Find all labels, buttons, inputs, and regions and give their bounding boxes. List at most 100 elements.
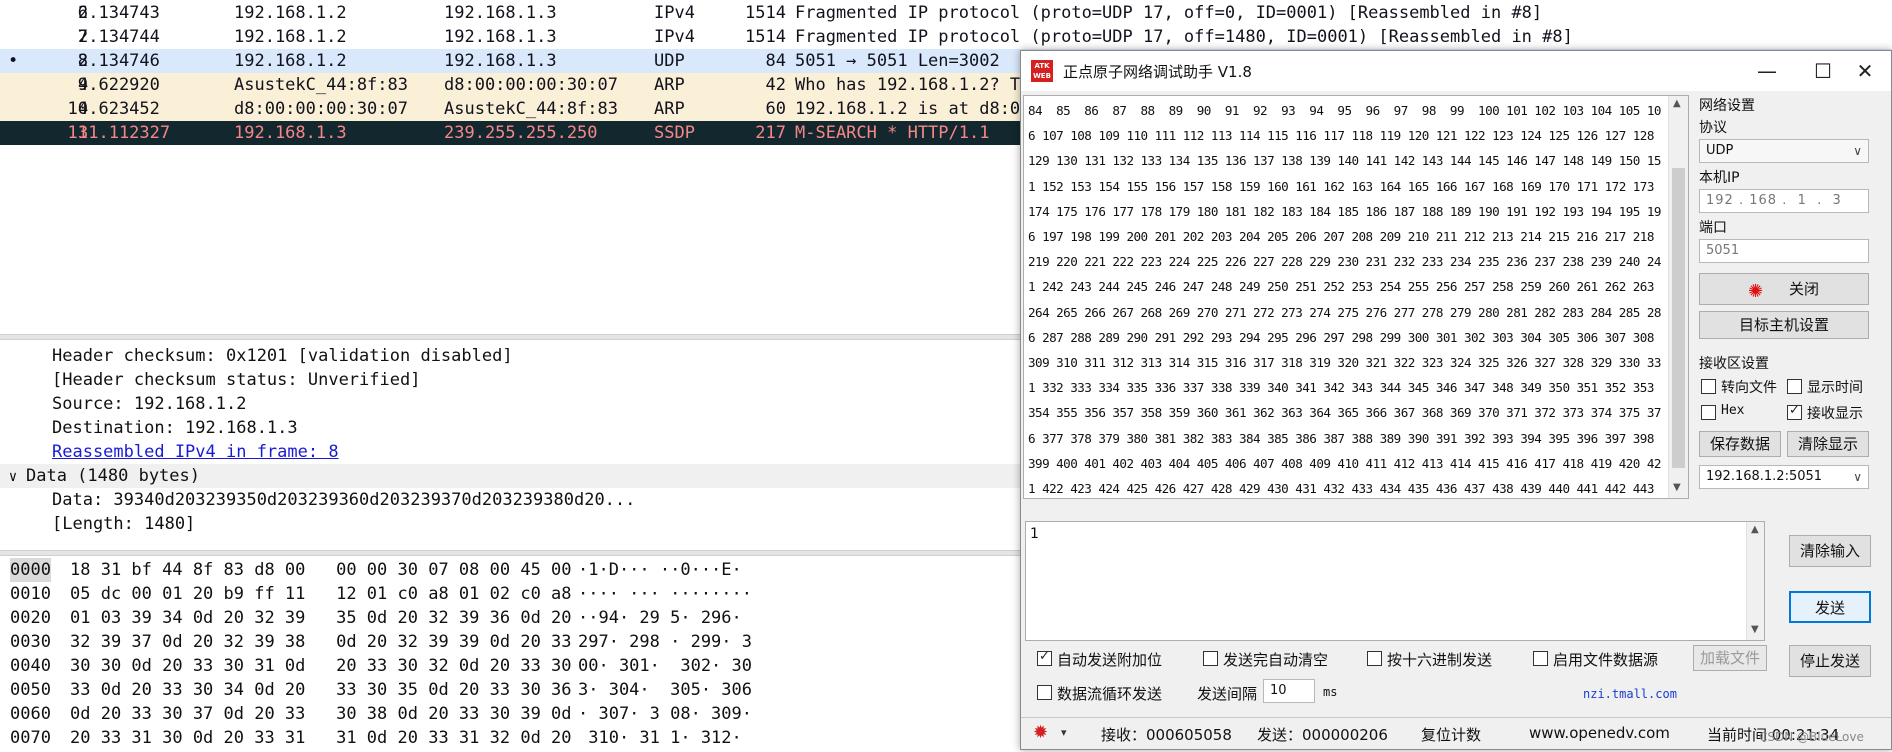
hex-ascii[interactable]: ··94· 29 5· 296·	[578, 606, 752, 630]
detail-text: [Header checksum status: Unverified]	[52, 370, 421, 390]
title-bar: ATK WEB 正点原子网络调试助手 V1.8 — ☐ ✕	[1021, 51, 1891, 91]
expander-icon[interactable]: ∨	[0, 465, 26, 489]
file-source-checkbox[interactable]	[1533, 651, 1548, 666]
minimize-button[interactable]: —	[1743, 55, 1791, 87]
rx-display-checkbox[interactable]	[1787, 403, 1802, 420]
hex-bytes[interactable]: 32 39 37 0d 20 32 39 38 0d 20 32 39 39 0…	[70, 630, 572, 654]
hex-ascii[interactable]: · 307· 3 08· 309·	[578, 702, 752, 726]
scroll-up-icon[interactable]: ▲	[1751, 524, 1759, 535]
detail-item[interactable]: Reassembled IPv4 in frame: 8	[52, 440, 339, 464]
detail-text: Source: 192.168.1.2	[52, 394, 247, 414]
protocol-select[interactable]: UDP ∨	[1699, 139, 1869, 163]
load-file-button[interactable]: 加载文件	[1693, 645, 1767, 671]
show-time-checkbox[interactable]	[1787, 379, 1802, 394]
packet-dst: 192.168.1.3	[444, 51, 557, 71]
detail-text: [Length: 1480]	[52, 514, 196, 534]
port-field[interactable]: 5051	[1699, 239, 1869, 263]
hex-ascii[interactable]: 00· 301· 302· 30	[578, 654, 752, 678]
packet-time: 2.134746	[78, 51, 160, 71]
packet-proto: SSDP	[654, 123, 695, 143]
clear-after-label: 发送完自动清空	[1223, 651, 1329, 669]
packet-time: 31.112327	[78, 123, 171, 143]
send-input[interactable]: 1 ▲ ▼	[1025, 521, 1765, 641]
protocol-label: 协议	[1699, 120, 1727, 136]
scroll-down-icon[interactable]: ▼	[1673, 482, 1681, 493]
website-link[interactable]: www.openedv.com	[1529, 724, 1670, 742]
hex-ascii[interactable]: ···· ··· ········	[578, 582, 752, 606]
hex-offset: 0060	[10, 704, 51, 724]
detail-item[interactable]: Data: 39340d203239350d203239360d20323937…	[52, 488, 635, 512]
packet-len: 217	[755, 123, 786, 143]
send-button[interactable]: 发送	[1789, 591, 1871, 623]
receive-scrollbar[interactable]: ▲ ▼	[1668, 96, 1688, 498]
packet-len: 42	[765, 75, 786, 95]
hex-bytes[interactable]: 05 dc 00 01 20 b9 ff 11 12 01 c0 a8 01 0…	[70, 582, 572, 606]
clear-display-button[interactable]: 清除显示	[1787, 431, 1869, 457]
maximize-button[interactable]: ☐	[1799, 55, 1847, 87]
scroll-down-icon[interactable]: ▼	[1751, 624, 1759, 635]
hex-offset: 0050	[10, 680, 51, 700]
rx-settings-heading: 接收区设置	[1699, 356, 1769, 372]
packet-row[interactable]: 6 2.134743 192.168.1.2 192.168.1.3 IPv4 1514 F…	[0, 1, 1892, 25]
clear-input-button[interactable]: 清除输入	[1789, 535, 1871, 567]
gear-icon[interactable]: ✹	[1033, 722, 1048, 743]
hex-ascii[interactable]: 3· 304· 305· 306	[578, 678, 752, 702]
reset-count-button[interactable]: 复位计数	[1421, 724, 1481, 745]
shop-link[interactable]: nzi.tmall.com	[1583, 687, 1677, 701]
hex-checkbox[interactable]	[1701, 405, 1716, 420]
local-ip-field[interactable]: 192 . 168 . 1 . 3	[1699, 189, 1869, 213]
app-logo: ATK WEB	[1031, 60, 1053, 82]
hex-send-label: 按十六进制发送	[1387, 651, 1493, 669]
hex-bytes[interactable]: 0d 20 33 30 37 0d 20 33 30 38 0d 20 33 3…	[70, 702, 572, 726]
packet-proto: UDP	[654, 51, 685, 71]
target-host-button[interactable]: 目标主机设置	[1699, 311, 1869, 339]
interval-unit: ms	[1323, 685, 1338, 699]
save-data-button[interactable]: 保存数据	[1699, 431, 1781, 457]
interval-field[interactable]: 10	[1263, 679, 1315, 703]
hex-ascii[interactable]: 310· 31 1· 312·	[578, 726, 752, 750]
to-file-checkbox[interactable]	[1701, 379, 1716, 394]
hex-ascii[interactable]: 297· 298 · 299· 3	[578, 630, 752, 654]
hex-bytes[interactable]: 33 0d 20 33 30 34 0d 20 33 30 35 0d 20 3…	[70, 678, 572, 702]
auto-add-checkbox[interactable]	[1037, 649, 1052, 666]
packet-len: 84	[765, 51, 786, 71]
detail-item[interactable]: Source: 192.168.1.2	[52, 392, 246, 416]
send-scrollbar[interactable]: ▲ ▼	[1746, 522, 1764, 640]
hex-ascii[interactable]: ·1·D··· ··0···E·	[578, 558, 742, 582]
packet-proto: ARP	[654, 99, 685, 119]
scroll-up-icon[interactable]: ▲	[1673, 98, 1681, 109]
packet-len: 60	[765, 99, 786, 119]
detail-item[interactable]: ∨ Data (1480 bytes)	[0, 464, 1020, 488]
hex-bytes[interactable]: 30 30 0d 20 33 30 31 0d 20 33 30 32 0d 2…	[70, 654, 572, 678]
detail-text: Data: 39340d203239350d203239360d20323937…	[52, 490, 636, 510]
hex-send-checkbox[interactable]	[1367, 651, 1382, 666]
scroll-thumb[interactable]	[1672, 168, 1685, 468]
packet-time: 4.623452	[78, 99, 160, 119]
hex-offset: 0000	[10, 558, 51, 582]
detail-item[interactable]: [Length: 1480]	[52, 512, 195, 536]
packet-dst: 239.255.255.250	[444, 123, 598, 143]
receive-area[interactable]: 84 85 86 87 88 89 90 91 92 93 94 95 96 9…	[1023, 95, 1689, 499]
close-connection-button[interactable]: ✺ 关闭	[1699, 273, 1869, 305]
packet-row[interactable]: 7 2.134744 192.168.1.2 192.168.1.3 IPv4 1514 F…	[0, 25, 1892, 49]
target-select[interactable]: 192.168.1.2:5051 ∨	[1699, 465, 1869, 489]
loop-send-label: 数据流循环发送	[1057, 685, 1163, 703]
packet-len: 1514	[745, 27, 786, 47]
send-text: 1	[1030, 526, 1039, 542]
hex-bytes[interactable]: 18 31 bf 44 8f 83 d8 00 00 00 30 07 08 0…	[70, 558, 572, 582]
loop-send-checkbox[interactable]	[1037, 685, 1052, 700]
detail-text[interactable]: Reassembled IPv4 in frame: 8	[52, 442, 339, 462]
packet-proto: IPv4	[654, 3, 695, 23]
detail-item[interactable]: [Header checksum status: Unverified]	[52, 368, 420, 392]
stop-send-button[interactable]: 停止发送	[1789, 645, 1871, 677]
detail-item[interactable]: Header checksum: 0x1201 [validation disa…	[52, 344, 513, 368]
detail-text: Header checksum: 0x1201 [validation disa…	[52, 346, 513, 366]
clear-after-checkbox[interactable]	[1203, 651, 1218, 666]
hex-bytes[interactable]: 20 33 31 30 0d 20 33 31 31 0d 20 33 31 3…	[70, 726, 572, 750]
packet-dst: 192.168.1.3	[444, 3, 557, 23]
close-window-button[interactable]: ✕	[1841, 55, 1889, 87]
chevron-down-icon[interactable]: ▾	[1061, 726, 1067, 739]
detail-item[interactable]: Destination: 192.168.1.3	[52, 416, 298, 440]
net-settings-heading: 网络设置	[1699, 98, 1755, 114]
hex-bytes[interactable]: 01 03 39 34 0d 20 32 39 35 0d 20 32 39 3…	[70, 606, 572, 630]
